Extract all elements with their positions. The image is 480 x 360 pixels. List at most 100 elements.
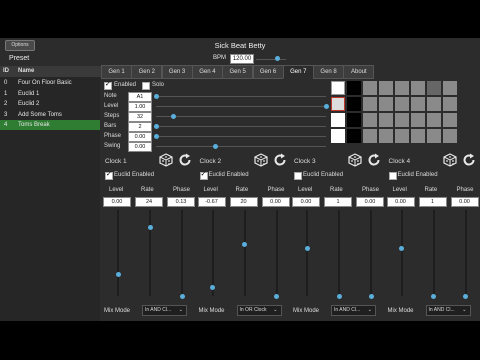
reset-icon[interactable]	[178, 153, 192, 167]
step-cell[interactable]	[411, 81, 425, 95]
table-row[interactable]: 4 Toms Break	[0, 120, 100, 130]
param-field-phase[interactable]: 0.00	[128, 132, 152, 142]
clock-2-rate-field[interactable]: 20	[229, 197, 258, 207]
clock-4-phase-slider-handle[interactable]	[463, 293, 468, 299]
clock-4-level-slider-handle[interactable]	[399, 246, 404, 252]
step-cell[interactable]	[331, 97, 345, 111]
tab-gen-6[interactable]: Gen 6	[252, 65, 284, 79]
enabled-checkbox[interactable]	[104, 80, 112, 90]
clock-3-phase-slider[interactable]	[370, 210, 372, 296]
step-cell[interactable]	[363, 113, 377, 127]
param-slider-handle-note[interactable]	[153, 93, 159, 99]
clock-4-phase-slider[interactable]	[464, 210, 467, 296]
step-cell[interactable]	[411, 97, 425, 111]
table-row[interactable]: 2 Euclid 2	[0, 99, 100, 109]
dice-icon[interactable]	[253, 153, 268, 167]
clock-1-level-field[interactable]: 0.00	[103, 197, 131, 207]
step-cell[interactable]	[347, 113, 361, 127]
tab-gen-3[interactable]: Gen 3	[161, 65, 193, 79]
clock-3-mix-select[interactable]: In AND Cl... ⌄	[331, 305, 376, 316]
step-cell[interactable]	[379, 81, 393, 95]
step-cell[interactable]	[331, 129, 345, 143]
clock-4-mix-select[interactable]: In AND Cl... ⌄	[425, 305, 471, 316]
clock-3-level-slider[interactable]	[306, 210, 308, 296]
clock-3-level-field[interactable]: 0.00	[292, 197, 320, 207]
clock-2-level-field[interactable]: -0.67	[197, 197, 226, 207]
step-cell[interactable]	[363, 129, 377, 143]
step-cell[interactable]	[443, 113, 457, 127]
step-cell[interactable]	[411, 129, 425, 143]
clock-2-level-slider[interactable]	[211, 210, 214, 296]
clock-3-rate-slider-handle[interactable]	[336, 293, 342, 299]
clock-1-phase-slider[interactable]	[181, 210, 183, 296]
clock-1-level-slider-handle[interactable]	[115, 272, 121, 277]
param-slider-swing[interactable]	[156, 146, 326, 147]
dice-icon[interactable]	[442, 153, 457, 167]
clock-4-rate-slider[interactable]	[432, 210, 435, 296]
param-slider-level[interactable]	[156, 106, 326, 107]
param-slider-note[interactable]	[156, 96, 326, 97]
step-cell[interactable]	[363, 81, 377, 95]
clock-4-euclid-checkbox[interactable]	[388, 172, 397, 180]
step-cell[interactable]	[395, 113, 409, 127]
step-cell[interactable]	[427, 113, 441, 127]
clock-4-rate-field[interactable]: 1	[418, 197, 447, 207]
tab-gen-4[interactable]: Gen 4	[191, 65, 223, 79]
reset-icon[interactable]	[367, 153, 381, 167]
step-cell[interactable]	[395, 81, 409, 95]
dice-icon[interactable]	[159, 153, 173, 167]
clock-1-rate-slider-handle[interactable]	[147, 224, 153, 230]
column-header-name[interactable]: Name	[15, 66, 103, 77]
tab-gen-1[interactable]: Gen 1	[101, 65, 132, 79]
clock-4-level-slider[interactable]	[400, 210, 403, 296]
param-slider-handle-bars[interactable]	[153, 123, 159, 129]
clock-1-rate-slider[interactable]	[149, 210, 151, 296]
clock-2-phase-slider[interactable]	[275, 210, 278, 296]
clock-3-euclid-checkbox[interactable]	[294, 172, 302, 180]
clock-3-rate-slider[interactable]	[338, 210, 340, 296]
clock-2-mix-select[interactable]: In OR Clock ⌄	[236, 305, 282, 316]
tab-gen-7[interactable]: Gen 7	[282, 65, 314, 79]
table-row[interactable]: 0 Four On Floor Basic	[0, 78, 100, 88]
param-slider-handle-phase[interactable]	[153, 133, 159, 139]
step-cell[interactable]	[331, 81, 345, 95]
bpm-slider-track[interactable]	[256, 59, 286, 60]
param-field-bars[interactable]: 2	[128, 122, 152, 132]
bpm-field[interactable]: 120.00	[230, 54, 254, 64]
step-cell[interactable]	[427, 129, 441, 143]
clock-3-phase-slider-handle[interactable]	[368, 293, 374, 299]
param-slider-handle-swing[interactable]	[213, 143, 218, 149]
step-cell[interactable]	[427, 97, 441, 111]
clock-1-level-slider[interactable]	[117, 210, 119, 296]
step-cell[interactable]	[363, 97, 377, 111]
step-cell[interactable]	[347, 81, 361, 95]
clock-1-phase-field[interactable]: 0.13	[167, 197, 195, 207]
clock-2-rate-slider-handle[interactable]	[242, 241, 247, 247]
reset-icon[interactable]	[273, 153, 287, 167]
step-cell[interactable]	[347, 97, 361, 111]
param-slider-phase[interactable]	[156, 136, 326, 137]
solo-checkbox[interactable]	[142, 82, 150, 90]
param-slider-handle-level[interactable]	[323, 103, 329, 109]
step-cell[interactable]	[379, 113, 393, 127]
step-cell[interactable]	[411, 113, 425, 127]
clock-2-rate-slider[interactable]	[243, 210, 246, 296]
clock-3-phase-field[interactable]: 0.00	[356, 197, 384, 207]
step-cell[interactable]	[443, 129, 457, 143]
clock-2-euclid-checkbox[interactable]	[199, 170, 208, 180]
step-cell[interactable]	[379, 129, 393, 143]
param-slider-handle-steps[interactable]	[170, 113, 176, 119]
clock-3-level-slider-handle[interactable]	[304, 246, 310, 252]
clock-1-phase-slider-handle[interactable]	[179, 293, 185, 299]
table-row[interactable]: 1 Euclid 1	[0, 89, 100, 99]
clock-1-mix-select[interactable]: In AND Cl... ⌄	[142, 305, 187, 316]
param-slider-steps[interactable]	[156, 116, 326, 117]
step-cell[interactable]	[395, 97, 409, 111]
bpm-slider-handle[interactable]	[274, 56, 280, 61]
clock-2-phase-slider-handle[interactable]	[274, 293, 279, 299]
clock-4-phase-field[interactable]: 0.00	[450, 197, 479, 207]
options-button[interactable]: Options	[5, 40, 35, 51]
param-field-note[interactable]: A1	[128, 92, 152, 102]
clock-3-rate-field[interactable]: 1	[324, 197, 352, 207]
clock-1-euclid-checkbox[interactable]	[105, 170, 113, 180]
